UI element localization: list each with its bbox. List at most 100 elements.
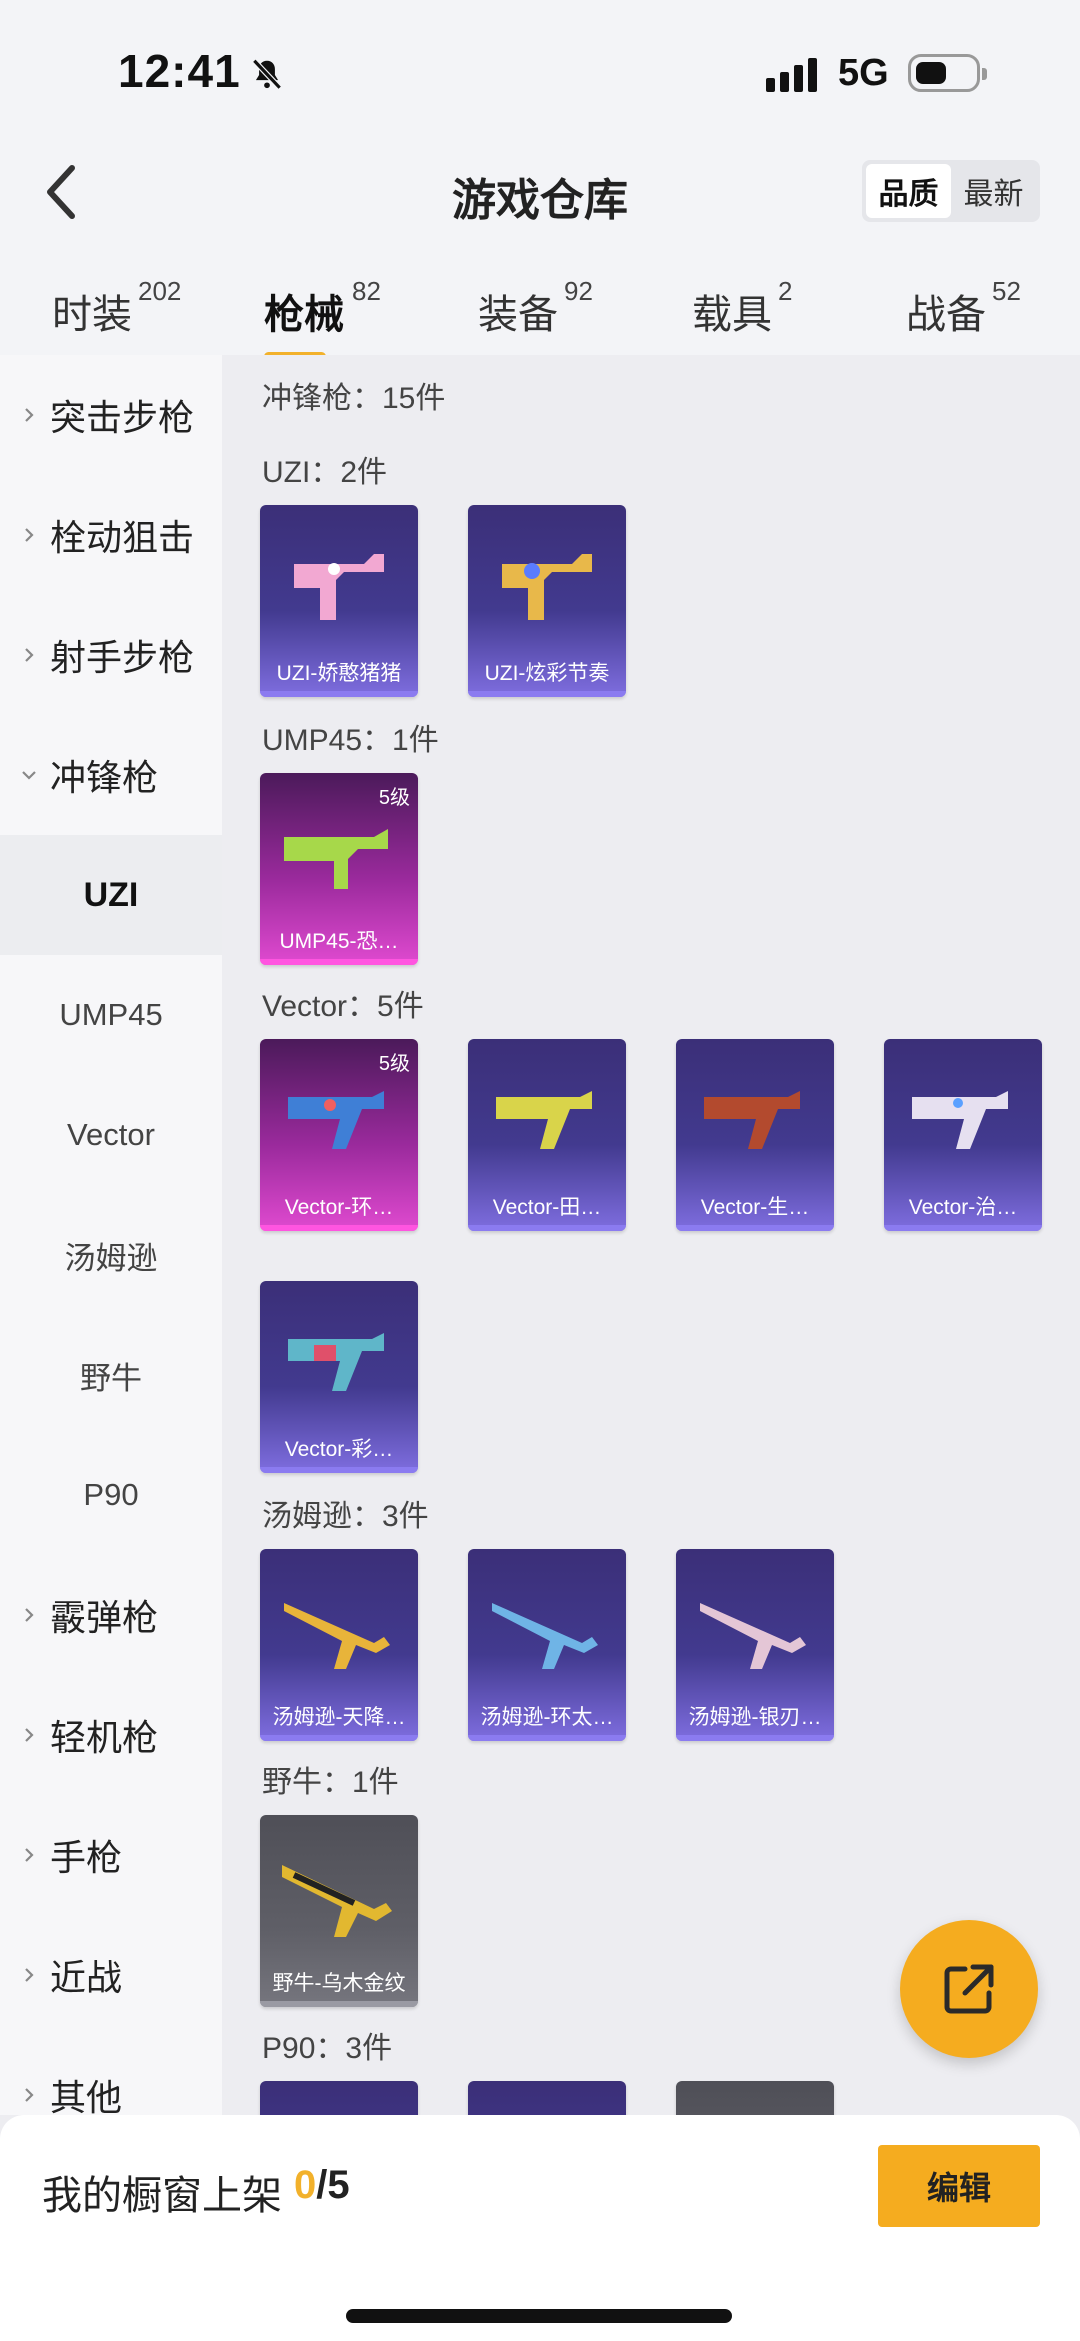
item-card[interactable]: 5级 UMP45-恐… <box>260 773 418 965</box>
rarity-stripe <box>260 1225 418 1231</box>
showcase-total: /5 <box>316 2163 350 2207</box>
nav-header: 游戏仓库 品质 最新 时装 202 枪械 82 装备 92 载具 2 战备 52 <box>0 140 1080 380</box>
item-card[interactable] <box>468 2081 626 2115</box>
sidebar-item-label: 其他 <box>50 2077 123 2115</box>
gun-icon <box>282 1865 392 1937</box>
sidebar-subitem-ump45[interactable]: UMP45 <box>0 955 222 1075</box>
gun-icon <box>288 1091 384 1149</box>
signal-icon <box>766 56 817 92</box>
sidebar-item-lmg[interactable]: 轻机枪 <box>0 1675 222 1795</box>
tab-count: 2 <box>778 276 793 306</box>
showcase-used: 0 <box>294 2163 317 2207</box>
rarity-stripe <box>468 691 626 697</box>
group-label: UMP45：1件 <box>262 724 439 757</box>
sidebar-item-label: 霰弹枪 <box>50 1597 159 1638</box>
rarity-stripe <box>260 2001 418 2007</box>
chevron-down-icon <box>22 771 36 780</box>
rarity-stripe <box>260 959 418 965</box>
gun-icon <box>912 1091 1008 1149</box>
sidebar-subitem-bizon[interactable]: 野牛 <box>0 1315 222 1435</box>
tab-count: 82 <box>352 276 381 306</box>
tab-label: 装备 <box>478 293 558 337</box>
tab-count: 52 <box>992 276 1021 306</box>
item-card[interactable] <box>676 2081 834 2115</box>
item-name: 汤姆逊-天降… <box>272 1706 406 1729</box>
sidebar-item-label: 近战 <box>50 1957 123 1998</box>
item-name: 汤姆逊-环太… <box>480 1706 614 1729</box>
item-name: Vector-生… <box>700 1196 810 1219</box>
item-card[interactable]: UZI-炫彩节奏 <box>468 505 626 697</box>
showcase-label: 我的橱窗上架 <box>42 2174 282 2218</box>
battery-icon <box>908 54 987 92</box>
item-card[interactable]: 汤姆逊-银刃… <box>676 1549 834 1741</box>
share-fab[interactable] <box>900 1920 1038 2058</box>
group-label: UZI：2件 <box>262 456 388 489</box>
sort-toggle: 品质 最新 <box>862 160 1040 222</box>
chevron-right-icon <box>25 1968 34 1982</box>
mute-bell-icon <box>252 58 282 90</box>
sidebar-subitem-uzi[interactable]: UZI <box>0 835 222 955</box>
sidebar-item-pistol[interactable]: 手枪 <box>0 1795 222 1915</box>
sidebar-item-melee[interactable]: 近战 <box>0 1915 222 2035</box>
item-card[interactable]: 5级 Vector-环… <box>260 1039 418 1231</box>
item-card[interactable]: Vector-治… <box>884 1039 1042 1231</box>
gun-icon <box>284 1603 390 1669</box>
item-card[interactable]: 汤姆逊-环太… <box>468 1549 626 1741</box>
chevron-right-icon <box>25 408 34 422</box>
network-label: 5G <box>838 52 889 94</box>
gun-icon <box>502 554 592 620</box>
sidebar-item-label: 轻机枪 <box>50 1717 159 1758</box>
rarity-stripe <box>676 1735 834 1741</box>
item-name: 汤姆逊-银刃… <box>688 1706 822 1729</box>
rarity-stripe <box>468 1735 626 1741</box>
gun-icon <box>284 829 388 889</box>
edit-button[interactable]: 编辑 <box>878 2145 1040 2227</box>
item-grid: 冲锋枪：15件 UZI：2件 UZI-娇憨猪猪 UZI-炫彩节奏 UMP45：1… <box>222 355 1080 2115</box>
item-name: UMP45-恐… <box>279 930 399 953</box>
rarity-stripe <box>468 1225 626 1231</box>
gun-icon <box>704 1091 800 1149</box>
sidebar-item-bolt-sniper[interactable]: 栓动狙击 <box>0 475 222 595</box>
sidebar-subitem-p90[interactable]: P90 <box>0 1435 222 1555</box>
sidebar-item-other[interactable]: 其他 <box>0 2035 222 2115</box>
rarity-stripe <box>676 1225 834 1231</box>
sidebar-item-marksman-rifle[interactable]: 射手步枪 <box>0 595 222 715</box>
gun-icon <box>294 554 384 620</box>
tab-label: 时装 <box>52 293 132 337</box>
sidebar-subitem-thompson[interactable]: 汤姆逊 <box>0 1195 222 1315</box>
sidebar-item-label: 射手步枪 <box>50 637 195 678</box>
tab-label: 枪械 <box>264 293 344 337</box>
chevron-right-icon <box>25 1728 34 1742</box>
gun-icon <box>492 1603 598 1669</box>
chevron-right-icon <box>25 2088 34 2102</box>
sidebar-item-assault-rifle[interactable]: 突击步枪 <box>0 355 222 475</box>
gun-icon <box>496 1091 592 1149</box>
rarity-stripe <box>260 1467 418 1473</box>
item-name: UZI-炫彩节奏 <box>484 662 610 685</box>
chevron-right-icon <box>25 1608 34 1622</box>
item-card[interactable]: 野牛-乌木金纹 <box>260 1815 418 2007</box>
group-label: 野牛：1件 <box>262 1766 399 1799</box>
share-external-icon <box>944 1964 994 2014</box>
sort-quality-button[interactable]: 品质 <box>866 164 951 218</box>
item-card[interactable]: Vector-彩… <box>260 1281 418 1473</box>
tab-count: 92 <box>564 276 593 306</box>
item-card[interactable]: UZI-娇憨猪猪 <box>260 505 418 697</box>
sidebar-subitem-vector[interactable]: Vector <box>0 1075 222 1195</box>
item-card[interactable]: 汤姆逊-天降… <box>260 1549 418 1741</box>
sidebar-item-label: 栓动狙击 <box>50 517 195 558</box>
tab-label: 战备 <box>906 293 986 337</box>
sidebar-item-shotgun[interactable]: 霰弹枪 <box>0 1555 222 1675</box>
item-card[interactable]: Vector-生… <box>676 1039 834 1231</box>
sort-newest-button[interactable]: 最新 <box>951 164 1036 218</box>
status-bar: 12:41 5G <box>0 0 1080 140</box>
gun-icon <box>288 1333 384 1391</box>
item-card[interactable]: Vector-田… <box>468 1039 626 1231</box>
sidebar-item-label: 手枪 <box>50 1837 123 1878</box>
tab-count: 202 <box>138 276 182 306</box>
sidebar-item-smg[interactable]: 冲锋枪 <box>0 715 222 835</box>
sidebar-item-label: 突击步枪 <box>50 397 195 438</box>
item-card[interactable] <box>260 2081 418 2115</box>
tab-label: 载具 <box>692 293 772 337</box>
item-name: Vector-环… <box>284 1196 394 1219</box>
